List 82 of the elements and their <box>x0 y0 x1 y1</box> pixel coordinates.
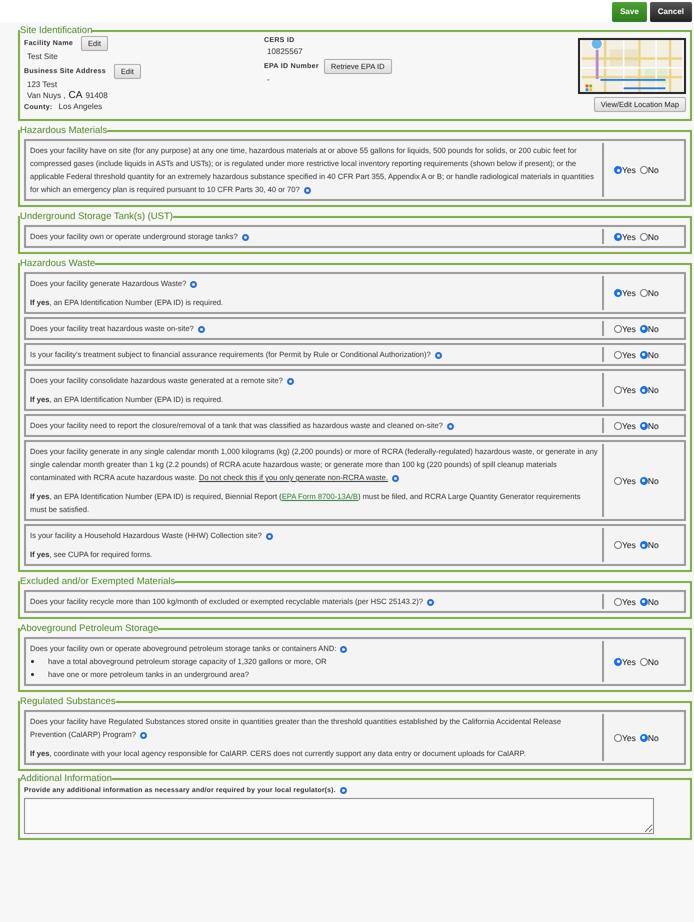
help-icon[interactable] <box>198 326 205 332</box>
radio-label: No <box>648 732 659 742</box>
help-icon[interactable] <box>340 786 347 794</box>
radio-button[interactable] <box>614 598 622 606</box>
help-icon[interactable] <box>446 422 454 430</box>
help-icon[interactable] <box>140 732 147 738</box>
section-title: Hazardous Waste <box>20 258 96 269</box>
radio-label: No <box>648 476 659 486</box>
radio-button[interactable] <box>614 350 622 358</box>
radio-label: Yes <box>622 165 636 175</box>
bullet-icon <box>31 660 34 663</box>
field-value: 91408 <box>85 90 108 101</box>
section-title: Excluded and/or Exempted Materials <box>20 576 176 587</box>
radio-button[interactable] <box>614 541 622 549</box>
field-value: - <box>266 74 271 85</box>
radio-button[interactable] <box>640 658 648 666</box>
radio-button[interactable] <box>640 289 648 297</box>
field-value: CA <box>68 90 82 101</box>
section-title: Underground Storage Tank(s) (UST) <box>20 211 173 222</box>
radio-label: No <box>648 420 659 430</box>
radio-button[interactable] <box>614 422 622 430</box>
radio-label: No <box>648 596 659 606</box>
radio-button[interactable] <box>614 324 622 332</box>
action-button[interactable]: Cancel <box>650 2 692 22</box>
radio-button[interactable] <box>614 166 622 174</box>
radio-label: No <box>648 656 659 666</box>
radio-label: Yes <box>622 232 636 242</box>
radio-button[interactable] <box>614 658 622 666</box>
radio-label: No <box>648 165 659 175</box>
help-icon[interactable] <box>304 186 311 194</box>
radio-label: No <box>648 288 659 298</box>
radio-button[interactable] <box>614 476 622 484</box>
help-icon[interactable] <box>242 234 249 240</box>
action-button[interactable]: Save <box>612 2 647 22</box>
radio-label: Yes <box>622 420 636 430</box>
field-value: 10825567 <box>266 46 304 57</box>
radio-button[interactable] <box>614 232 622 240</box>
radio-button[interactable] <box>640 734 648 742</box>
field-value: Van Nuys , <box>27 90 66 101</box>
radio-label: Yes <box>622 324 636 334</box>
additional-info-field[interactable] <box>24 798 654 834</box>
section-title: Aboveground Petroleum Storage <box>20 623 158 634</box>
radio-button[interactable] <box>640 386 648 394</box>
radio-label: Yes <box>622 732 636 742</box>
bullet-icon <box>31 673 34 676</box>
radio-button[interactable] <box>640 541 648 549</box>
field-value: Los Angeles <box>58 101 102 112</box>
radio-button[interactable] <box>614 386 622 394</box>
radio-button[interactable] <box>640 232 648 240</box>
radio-label: Yes <box>622 596 636 606</box>
section-title: Additional Information <box>20 773 112 784</box>
section-title: Site Identification <box>20 25 92 36</box>
help-icon[interactable] <box>340 646 348 652</box>
radio-label: Yes <box>622 656 636 666</box>
radio-button[interactable] <box>640 350 648 358</box>
radio-button[interactable] <box>614 289 622 297</box>
help-icon[interactable] <box>190 280 198 288</box>
radio-label: Yes <box>622 476 636 486</box>
radio-label: Yes <box>622 350 636 360</box>
help-icon[interactable] <box>286 378 294 384</box>
radio-label: Yes <box>622 385 636 395</box>
field-value: Test Site <box>26 51 59 62</box>
radio-button[interactable] <box>614 734 622 742</box>
help-icon[interactable] <box>426 598 434 606</box>
radio-button[interactable] <box>640 476 648 484</box>
help-icon[interactable] <box>434 352 442 358</box>
radio-button[interactable] <box>640 422 648 430</box>
section-title: Regulated Substances <box>20 696 116 707</box>
radio-label: No <box>648 324 659 334</box>
radio-button[interactable] <box>640 166 648 174</box>
section-title: Hazardous Materials <box>20 125 108 136</box>
help-icon[interactable] <box>266 532 273 540</box>
radio-label: No <box>648 350 659 360</box>
radio-label: No <box>648 540 659 550</box>
radio-label: No <box>648 232 659 242</box>
radio-label: Yes <box>622 288 636 298</box>
radio-button[interactable] <box>640 598 648 606</box>
radio-label: No <box>648 385 659 395</box>
field-value: 123 Test <box>26 79 58 90</box>
radio-label: Yes <box>622 540 636 550</box>
radio-button[interactable] <box>640 324 648 332</box>
help-icon[interactable] <box>392 474 399 482</box>
